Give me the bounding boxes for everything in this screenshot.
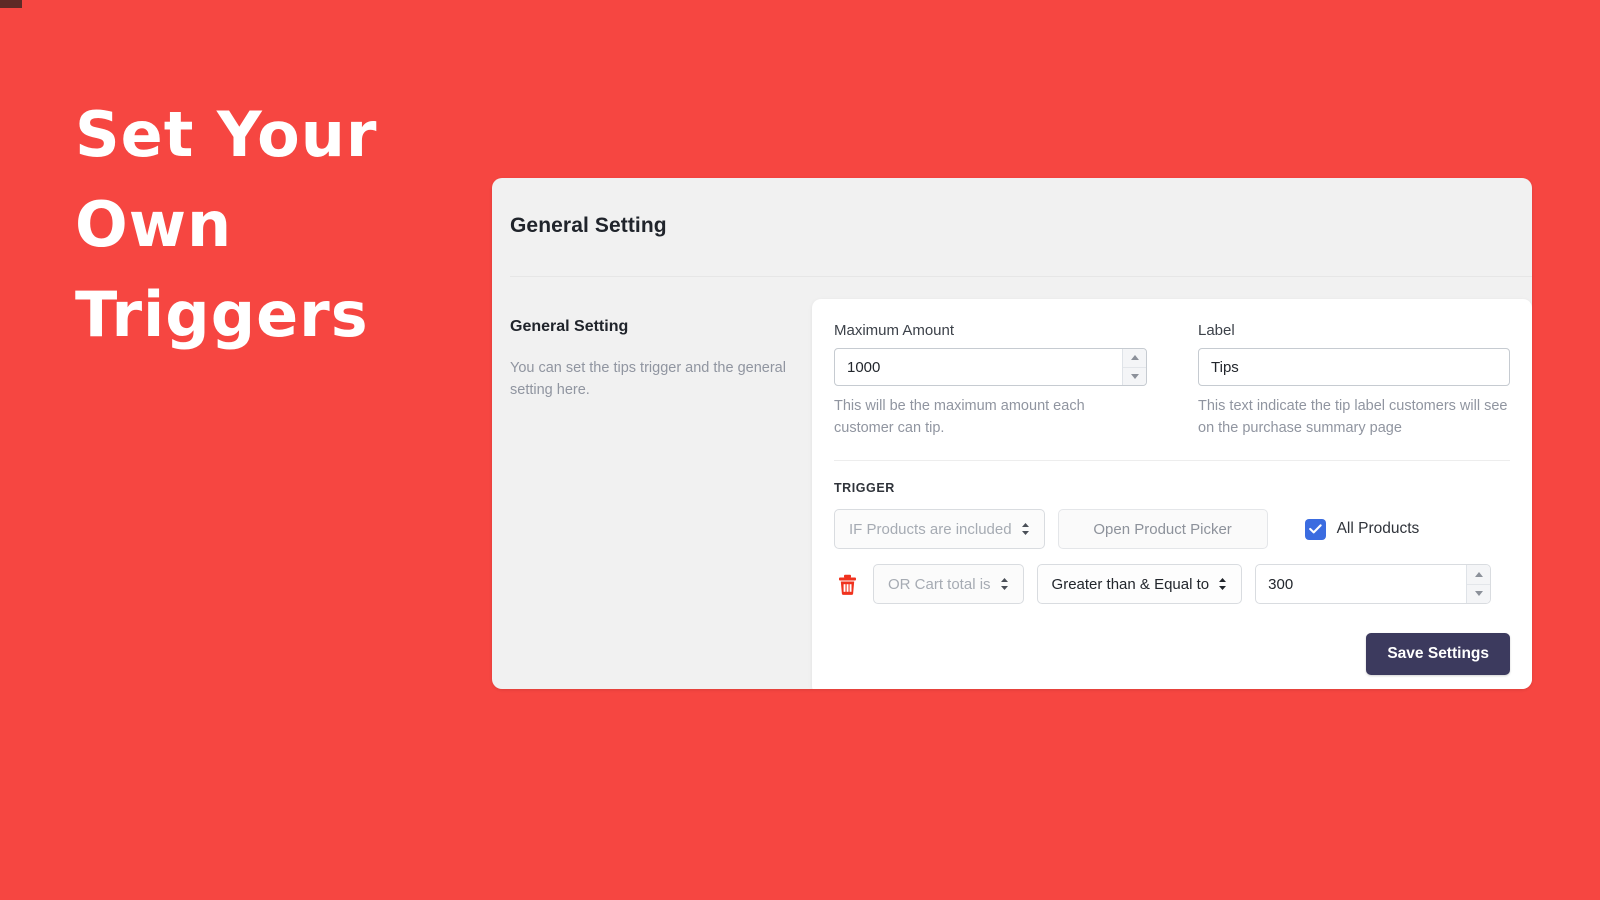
save-settings-button[interactable]: Save Settings <box>1366 633 1510 675</box>
field-row: Maximum Amount This will be the max <box>834 322 1510 461</box>
open-product-picker-button[interactable]: Open Product Picker <box>1057 509 1268 549</box>
delete-trigger-button[interactable] <box>834 571 860 597</box>
select-caret-icon <box>1219 578 1227 590</box>
products-condition-select[interactable]: IF Products are included <box>834 509 1045 549</box>
hero-line-2: Own <box>75 188 233 261</box>
page-title: General Setting <box>510 214 667 237</box>
select-caret-icon <box>1000 578 1008 590</box>
settings-panel: Maximum Amount This will be the max <box>812 299 1532 689</box>
maximum-amount-field: Maximum Amount This will be the max <box>834 322 1172 439</box>
card-header: General Setting <box>492 178 1532 277</box>
maximum-amount-label: Maximum Amount <box>834 322 955 339</box>
header-divider <box>510 276 1532 277</box>
hero-line-3: Triggers <box>75 278 369 351</box>
all-products-checkbox-group[interactable]: All Products <box>1304 518 1420 540</box>
cart-total-condition-value: OR Cart total is <box>888 575 991 593</box>
cart-total-amount-input[interactable] <box>1255 564 1492 604</box>
tip-label-input[interactable] <box>1198 348 1510 386</box>
tip-label-field: Label This text indicate the tip label c… <box>1172 322 1510 439</box>
checkmark-icon <box>1308 524 1322 534</box>
trigger-section: TRIGGER IF Products are included Open Pr… <box>834 461 1510 675</box>
maximum-amount-input-wrap <box>834 348 1147 386</box>
all-products-checkbox-label: All Products <box>1336 520 1420 537</box>
hero-headline: Set Your Own Triggers <box>75 90 475 360</box>
hero-line-1: Set Your <box>75 98 378 171</box>
trigger-section-label: TRIGGER <box>834 481 895 495</box>
comparator-select[interactable]: Greater than & Equal to <box>1036 564 1243 604</box>
cart-total-amount-stepper[interactable] <box>1466 565 1491 603</box>
cart-total-condition-select[interactable]: OR Cart total is <box>873 564 1024 604</box>
trash-icon <box>838 574 856 595</box>
description-column: General Setting You can set the tips tri… <box>492 299 812 689</box>
trigger-row-cart-total: OR Cart total is Greater than & Equal to <box>834 564 1510 604</box>
panel-footer: Save Settings <box>834 619 1510 675</box>
caret-up-icon[interactable] <box>1467 565 1491 584</box>
tip-label-help: This text indicate the tip label custome… <box>1198 398 1508 436</box>
card-body: General Setting You can set the tips tri… <box>492 277 1532 689</box>
all-products-checkbox[interactable] <box>1304 518 1326 540</box>
caret-up-icon[interactable] <box>1123 349 1146 367</box>
caret-down-icon[interactable] <box>1467 583 1491 603</box>
tip-label-label: Label <box>1198 322 1235 339</box>
general-setting-card: General Setting General Setting You can … <box>492 178 1532 689</box>
section-title: General Setting <box>510 318 629 335</box>
cart-total-amount-wrap <box>1255 564 1492 604</box>
top-left-artifact <box>0 0 22 8</box>
select-caret-icon <box>1021 523 1029 535</box>
comparator-value: Greater than & Equal to <box>1051 575 1210 593</box>
trigger-row-products: IF Products are included Open Product Pi… <box>834 509 1510 549</box>
caret-down-icon[interactable] <box>1123 366 1146 385</box>
maximum-amount-input[interactable] <box>834 348 1147 386</box>
maximum-amount-help: This will be the maximum amount each cus… <box>834 398 1085 436</box>
section-description: You can set the tips trigger and the gen… <box>510 360 786 398</box>
products-condition-value: IF Products are included <box>849 520 1012 538</box>
maximum-amount-stepper[interactable] <box>1122 349 1146 385</box>
tip-label-input-wrap <box>1198 348 1510 386</box>
